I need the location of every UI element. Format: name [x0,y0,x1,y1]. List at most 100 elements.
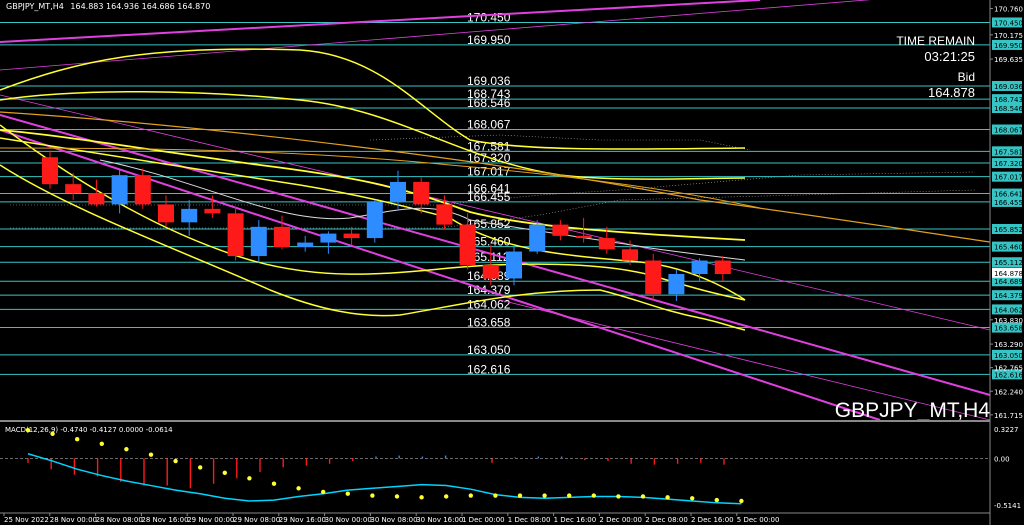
macd-signal-dot [468,493,473,498]
macd-signal-dot [75,437,80,442]
macd-label: MACD(12,26,9) -0.4740 -0.4127 0.0000 -0.… [5,426,173,434]
candle-body [274,226,290,248]
candle [158,195,174,227]
macd-main-line [27,453,742,505]
candle [343,226,360,245]
level-price-tag-label: 168.067 [994,127,1023,135]
time-tick-label: 29 Nov 08:00 [233,516,280,524]
symbol-watermark: GBPJPY_MT,H4 [835,399,991,422]
candle [645,253,662,301]
macd-signal-dot [419,495,424,500]
macd-signal-dot [567,493,572,498]
macd-axis-label: 0.00 [994,455,1010,463]
macd-signal-dot [714,497,719,503]
macd-signal-dot [321,489,326,495]
candle-body [88,193,105,205]
level-price-tag-label: 170.450 [994,19,1023,27]
time-tick-label: 2 Dec 00:00 [599,516,642,524]
candle-body [436,204,453,225]
candle-body [65,184,82,194]
level-label: 168.546 [467,96,511,110]
macd-signal-dot [99,441,105,446]
candle-body [622,249,638,261]
level-label: 163.050 [467,343,511,357]
macd-signal-dot [690,496,695,501]
candle-body [413,181,430,205]
level-price-tag-label: 169.036 [994,83,1023,91]
candle-body [181,208,198,223]
candle-body [111,175,128,205]
candle-body [366,202,383,239]
axis-tick-label: 169.635 [994,56,1023,64]
candle [181,199,198,236]
time-tick-label: 28 Nov 08:00 [96,516,143,524]
time-tick-label: 1 Dec 16:00 [554,516,597,524]
candle-body [482,265,499,279]
candle [227,206,244,261]
macd-axis-label: -0.5141 [994,502,1021,510]
time-remain-label: TIME REMAIN [896,34,975,48]
level-label: 166.455 [467,190,511,204]
level-price-tag-label: 166.455 [994,199,1023,207]
macd-signal-dot [198,465,203,470]
candle [714,256,731,281]
macd-signal-dot [394,494,400,499]
time-tick-label: 28 Nov 16:00 [141,516,188,524]
level-label: 170.450 [467,10,511,24]
axis-tick-label: 170.175 [994,32,1023,40]
axis-tick-label: 162.765 [994,365,1023,373]
time-tick-label: 1 Dec 08:00 [508,516,551,524]
level-price-tag-label: 169.950 [994,42,1023,50]
candle [366,199,383,243]
level-price-tag-label: 167.320 [994,160,1023,168]
candle-body [390,181,406,203]
bid-value: 164.878 [928,85,975,100]
symbol-title: GBPJPY_MT,H4 164.883 164.936 164.686 164… [6,2,210,11]
candle-body [714,260,731,275]
macd-signal-dot [296,486,301,491]
candle-body [645,260,662,295]
candle-body [158,204,174,223]
time-tick-label: 29 Nov 16:00 [279,516,326,524]
macd-signal-dot [640,494,646,499]
level-label: 162.616 [467,362,511,376]
candle [320,231,337,254]
macd-signal-dot [370,493,375,498]
time-tick-label: 1 Dec 00:00 [462,516,505,524]
subwindow-divider[interactable] [0,420,990,422]
time-tick-label: 2 Dec 08:00 [645,516,688,524]
candle [250,220,267,263]
level-label: 169.950 [467,33,511,47]
time-tick-label: 30 Nov 00:00 [325,516,372,524]
macd-signal-dot [542,493,547,498]
candle-body [42,157,58,185]
candles [42,150,731,301]
axis-tick-label: 161.715 [994,412,1023,420]
candle-body [598,238,615,250]
candle [552,220,569,241]
candle-body [529,224,546,252]
level-price-tag-label: 168.546 [994,105,1023,113]
bid-label: Bid [958,70,975,84]
chart-canvas[interactable]: 170.450 170.450 169.950 169.950 169.036 169.0… [0,0,1024,525]
level-price-tag-label: 165.112 [994,259,1023,267]
candle-body [250,226,267,257]
trend-channel [0,0,991,421]
candle-body [459,224,476,266]
level-price-tag-label: 165.852 [994,226,1023,234]
macd-signal-dot [25,427,31,433]
level-price-tag-label: 167.017 [994,174,1023,182]
time-axis: 25 Nov 2022 28 Nov 00:0028 Nov 08:0028 No… [0,512,990,524]
time-tick-label: 5 Dec 00:00 [737,516,780,524]
time-tick-label: 30 Nov 16:00 [416,516,463,524]
macd-signal-dot [517,493,523,498]
candle [668,269,685,301]
macd-axis-label: 0.3227 [994,426,1019,434]
macd-signal-dot [616,494,621,499]
time-tick-label: 30 Nov 08:00 [370,516,417,524]
axis-tick-label: 163.830 [994,317,1023,325]
time-tick-label: 28 Nov 00:00 [50,516,97,524]
level-label: 168.067 [467,118,511,132]
time-remain-value: 03:21:25 [924,49,975,64]
macd-signal-dot [444,494,449,499]
